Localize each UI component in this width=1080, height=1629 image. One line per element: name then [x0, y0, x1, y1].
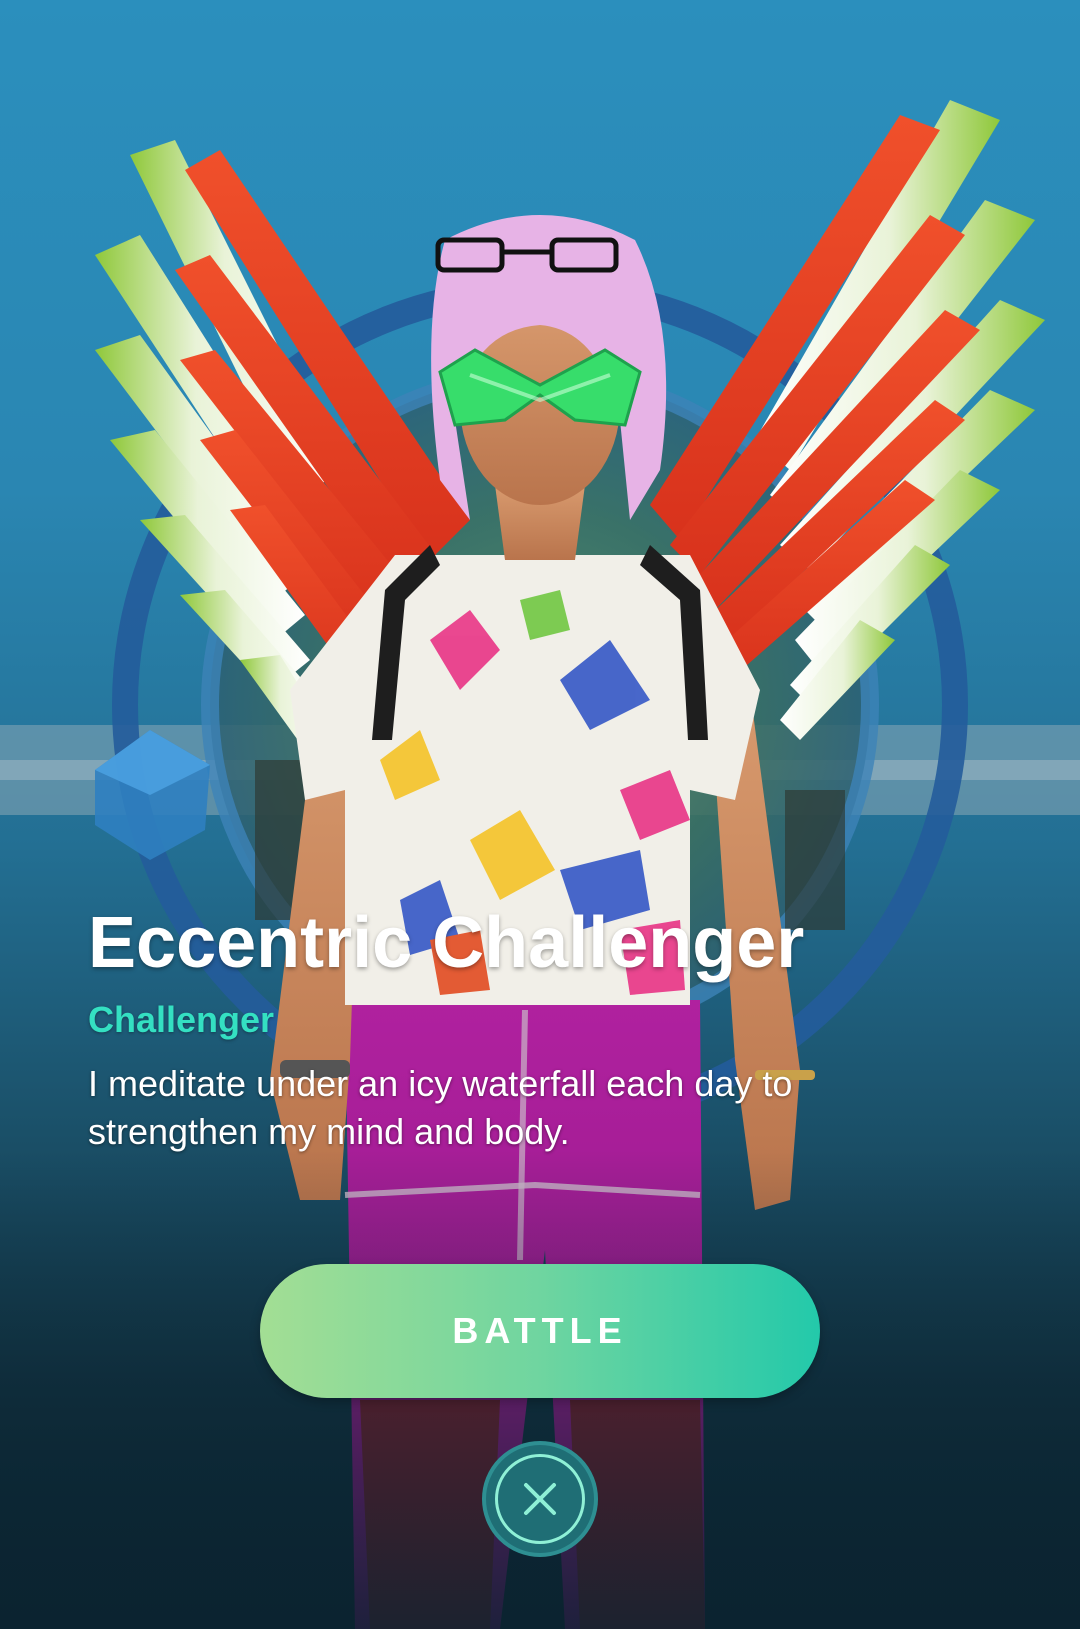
trainer-quote: I meditate under an icy waterfall each d…: [88, 1063, 793, 1152]
battle-button[interactable]: BATTLE: [260, 1264, 820, 1398]
trainer-info-panel: Eccentric Challenger Challenger I medita…: [88, 900, 948, 1156]
trainer-name: Eccentric Challenger: [88, 903, 805, 983]
trainer-challenge-screen: Eccentric Challenger Challenger I medita…: [0, 0, 1080, 1629]
close-button-ring: [495, 1454, 585, 1544]
trainer-class: Challenger: [88, 999, 275, 1040]
close-button[interactable]: [482, 1441, 598, 1557]
close-icon: [524, 1483, 556, 1515]
